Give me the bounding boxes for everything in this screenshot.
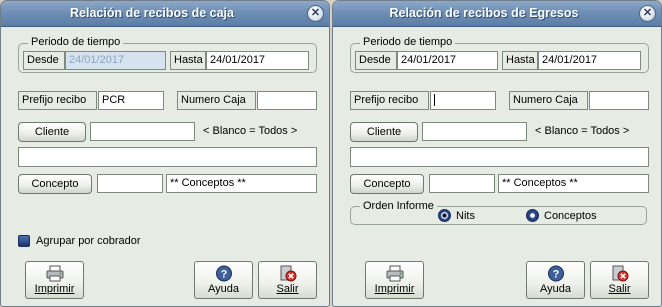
receipts-window: Relación de recibos de caja ✕ Periodo de… xyxy=(0,0,330,307)
printer-icon xyxy=(386,265,403,282)
nits-radio[interactable] xyxy=(438,209,451,222)
blank-all-hint: < Blanco = Todos > xyxy=(535,125,630,137)
help-icon: ? xyxy=(547,265,564,282)
help-icon: ? xyxy=(215,265,232,282)
text-cursor xyxy=(434,94,435,106)
print-button[interactable]: Imprimir xyxy=(25,261,84,299)
cliente-name-field[interactable] xyxy=(350,147,649,167)
hasta-input[interactable]: 24/01/2017 xyxy=(538,51,641,70)
period-legend: Periodo de tiempo xyxy=(28,36,124,48)
concepto-button[interactable]: Concepto xyxy=(350,174,424,194)
numero-caja-label: Numero Caja xyxy=(177,91,256,110)
agrupar-label: Agrupar por cobrador xyxy=(36,235,141,247)
print-label: Imprimir xyxy=(34,283,75,295)
svg-text:?: ? xyxy=(552,269,559,281)
help-label: Ayuda xyxy=(208,283,239,295)
print-label: Imprimir xyxy=(374,283,415,295)
cliente-name-field[interactable] xyxy=(18,147,317,167)
help-label: Ayuda xyxy=(540,283,571,295)
desde-label: Desde xyxy=(355,51,397,70)
nits-label: Nits xyxy=(456,210,475,222)
numero-caja-input[interactable] xyxy=(589,91,649,110)
svg-text:?: ? xyxy=(220,269,227,281)
agrupar-checkbox[interactable] xyxy=(18,235,30,247)
help-button[interactable]: ? Ayuda xyxy=(194,261,253,299)
prefijo-label: Prefijo recibo xyxy=(18,91,97,110)
cliente-input[interactable] xyxy=(422,122,527,141)
expenses-window: Relación de recibos de Egresos ✕ Periodo… xyxy=(332,0,662,307)
window-title: Relación de recibos de caja xyxy=(70,6,234,20)
orden-informe-legend: Orden Informe xyxy=(360,200,437,212)
conceptos-display: ** Conceptos ** xyxy=(166,174,317,193)
numero-caja-input[interactable] xyxy=(257,91,317,110)
cliente-button[interactable]: Cliente xyxy=(18,122,86,142)
conceptos-radio[interactable] xyxy=(526,209,539,222)
concepto-button[interactable]: Concepto xyxy=(18,174,92,194)
printer-icon xyxy=(46,265,63,282)
exit-icon xyxy=(612,265,628,282)
exit-icon xyxy=(280,265,296,282)
concepto-input[interactable] xyxy=(429,174,495,193)
desde-input[interactable]: 24/01/2017 xyxy=(397,51,498,70)
title-bar: Relación de recibos de caja ✕ xyxy=(1,1,329,27)
prefijo-label: Prefijo recibo xyxy=(350,91,429,110)
cliente-button[interactable]: Cliente xyxy=(350,122,418,142)
title-bar: Relación de recibos de Egresos ✕ xyxy=(333,1,661,27)
close-icon[interactable]: ✕ xyxy=(307,5,324,22)
conceptos-display: ** Conceptos ** xyxy=(498,174,649,193)
prefijo-input[interactable]: PCR xyxy=(98,91,164,110)
conceptos-radio-label: Conceptos xyxy=(544,210,597,222)
hasta-label: Hasta xyxy=(502,51,538,70)
help-button[interactable]: ? Ayuda xyxy=(526,261,585,299)
concepto-input[interactable] xyxy=(97,174,163,193)
blank-all-hint: < Blanco = Todos > xyxy=(203,125,298,137)
period-legend: Periodo de tiempo xyxy=(360,36,456,48)
exit-label: Salir xyxy=(276,283,299,295)
exit-button[interactable]: Salir xyxy=(258,261,317,299)
numero-caja-label: Numero Caja xyxy=(509,91,588,110)
hasta-input[interactable]: 24/01/2017 xyxy=(206,51,309,70)
window-title: Relación de recibos de Egresos xyxy=(389,6,579,20)
exit-label: Salir xyxy=(608,283,631,295)
desde-input[interactable]: 24/01/2017 xyxy=(65,51,166,70)
hasta-label: Hasta xyxy=(170,51,206,70)
desde-label: Desde xyxy=(23,51,65,70)
cliente-input[interactable] xyxy=(90,122,195,141)
exit-button[interactable]: Salir xyxy=(590,261,649,299)
prefijo-input[interactable] xyxy=(430,91,496,110)
close-icon[interactable]: ✕ xyxy=(639,5,656,22)
print-button[interactable]: Imprimir xyxy=(365,261,424,299)
